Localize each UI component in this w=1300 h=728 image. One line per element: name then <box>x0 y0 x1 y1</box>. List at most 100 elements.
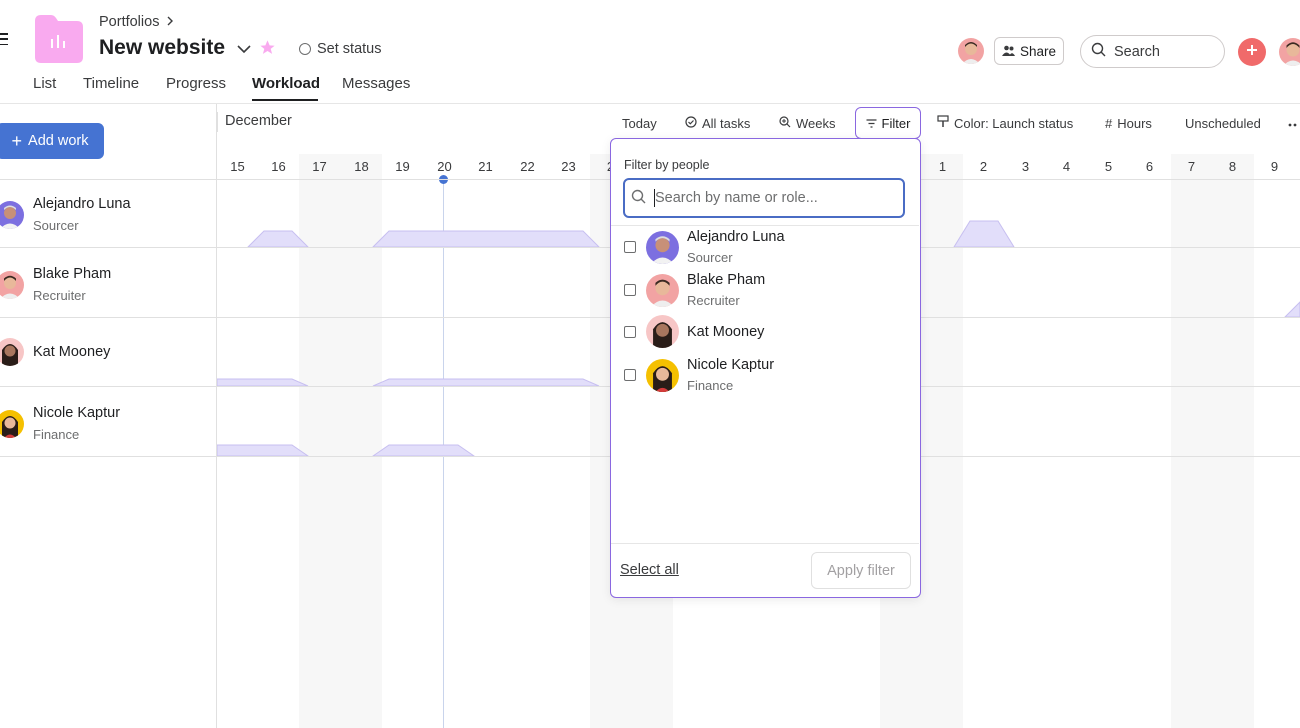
tab-messages[interactable]: Messages <box>342 75 410 92</box>
dropdown-footer-divider <box>611 543 919 544</box>
person-row[interactable]: Nicole Kaptur Finance <box>0 405 120 442</box>
check-circle-icon <box>685 115 697 131</box>
hash-icon: # <box>1105 115 1113 131</box>
active-tab-indicator <box>252 99 318 101</box>
option-name: Kat Mooney <box>687 323 765 340</box>
today-button[interactable]: Today <box>622 115 657 131</box>
unscheduled-button[interactable]: Unscheduled <box>1185 115 1261 131</box>
hours-button[interactable]: # Hours <box>1105 115 1152 131</box>
filter-option[interactable]: Kat Mooney <box>624 315 764 348</box>
workload-bar <box>217 378 309 387</box>
filter-option[interactable]: Blake Pham Recruiter <box>624 272 765 308</box>
all-tasks-label: All tasks <box>702 115 751 131</box>
workload-bar <box>372 378 600 387</box>
search-input[interactable]: Search <box>1080 35 1225 68</box>
set-status-button[interactable]: Set status <box>299 41 381 57</box>
user-avatar[interactable] <box>1279 38 1300 66</box>
person-role: Sourcer <box>33 218 79 233</box>
tab-list[interactable]: List <box>33 75 56 92</box>
filter-button[interactable]: Filter <box>855 107 921 139</box>
color-button[interactable]: Color: Launch status <box>937 115 1073 131</box>
today-label: Today <box>622 115 657 131</box>
color-label: Color: Launch status <box>954 115 1074 131</box>
filter-dropdown: Filter by people Search by name or role.… <box>610 138 921 598</box>
avatar <box>646 273 679 307</box>
breadcrumb-label[interactable]: Portfolios <box>99 14 159 30</box>
person-role: Recruiter <box>33 288 86 303</box>
apply-filter-button[interactable]: Apply filter <box>811 552 911 589</box>
filter-dropdown-title: Filter by people <box>624 158 710 172</box>
option-name: Alejandro Luna <box>687 229 785 245</box>
workload-bar <box>1283 301 1300 318</box>
create-button[interactable] <box>1238 38 1266 66</box>
more-icon[interactable] <box>1288 115 1300 130</box>
plus-icon <box>1246 43 1258 61</box>
person-row[interactable]: Alejandro Luna Sourcer <box>0 196 131 233</box>
plus-icon: + <box>11 131 23 151</box>
filter-option[interactable]: Nicole Kaptur Finance <box>624 357 774 393</box>
workload-bar <box>246 230 310 248</box>
dropdown-divider <box>611 225 919 226</box>
avatar <box>646 230 679 264</box>
workload-bar <box>217 444 310 457</box>
checkbox[interactable] <box>624 241 636 253</box>
filter-option[interactable]: Alejandro Luna Sourcer <box>624 229 785 265</box>
option-role: Sourcer <box>687 250 733 265</box>
person-name: Kat Mooney <box>33 344 111 360</box>
page-title: New website <box>99 36 251 60</box>
project-folder-icon <box>33 13 84 63</box>
search-label: Search <box>1114 43 1160 60</box>
people-search-input[interactable]: Search by name or role... <box>623 178 905 218</box>
people-icon <box>1001 44 1015 59</box>
star-icon[interactable] <box>259 39 276 61</box>
status-circle-icon <box>299 43 311 55</box>
person-name: Alejandro Luna <box>33 196 131 212</box>
avatar <box>0 270 24 299</box>
avatar <box>0 338 24 366</box>
person-row[interactable]: Blake Pham Recruiter <box>0 266 111 303</box>
unscheduled-label: Unscheduled <box>1185 115 1261 131</box>
avatar <box>0 409 24 438</box>
search-placeholder: Search by name or role... <box>655 190 818 206</box>
zoom-icon <box>779 115 791 131</box>
avatar[interactable] <box>958 38 984 64</box>
tab-workload[interactable]: Workload <box>252 75 320 92</box>
all-tasks-button[interactable]: All tasks <box>685 115 750 131</box>
avatar <box>646 358 679 392</box>
chevron-right-icon <box>165 14 175 30</box>
header-divider <box>0 103 1300 104</box>
add-work-label: Add work <box>28 133 89 149</box>
option-name: Blake Pham <box>687 272 766 288</box>
search-icon <box>1091 42 1106 61</box>
workload-bar <box>371 230 601 248</box>
option-role: Finance <box>687 378 734 393</box>
checkbox[interactable] <box>624 325 636 338</box>
select-all-link[interactable]: Select all <box>620 562 679 578</box>
workload-bar <box>371 444 476 457</box>
set-status-label: Set status <box>317 41 382 57</box>
add-work-button[interactable]: + Add work <box>0 123 104 159</box>
weeks-label: Weeks <box>796 115 836 131</box>
workload-bar <box>953 220 1015 248</box>
person-role: Finance <box>33 427 80 442</box>
option-name: Nicole Kaptur <box>687 357 775 373</box>
project-title: New website <box>99 36 226 59</box>
month-label: December <box>225 113 292 129</box>
avatar <box>646 315 679 348</box>
checkbox[interactable] <box>624 369 636 381</box>
menu-icon[interactable] <box>0 33 8 45</box>
tab-timeline[interactable]: Timeline <box>83 75 139 92</box>
share-label: Share <box>1019 43 1057 59</box>
month-divider <box>217 112 218 132</box>
breadcrumb[interactable]: Portfolios <box>99 14 175 30</box>
share-button[interactable]: Share <box>994 37 1064 65</box>
filter-label: Filter <box>881 115 911 131</box>
avatar <box>0 200 24 229</box>
weeks-button[interactable]: Weeks <box>779 115 836 131</box>
paint-bucket-icon <box>937 115 949 131</box>
search-icon <box>631 189 646 208</box>
tab-progress[interactable]: Progress <box>166 75 226 92</box>
checkbox[interactable] <box>624 284 636 296</box>
chevron-down-icon[interactable] <box>237 36 251 60</box>
person-row[interactable]: Kat Mooney <box>0 338 110 366</box>
